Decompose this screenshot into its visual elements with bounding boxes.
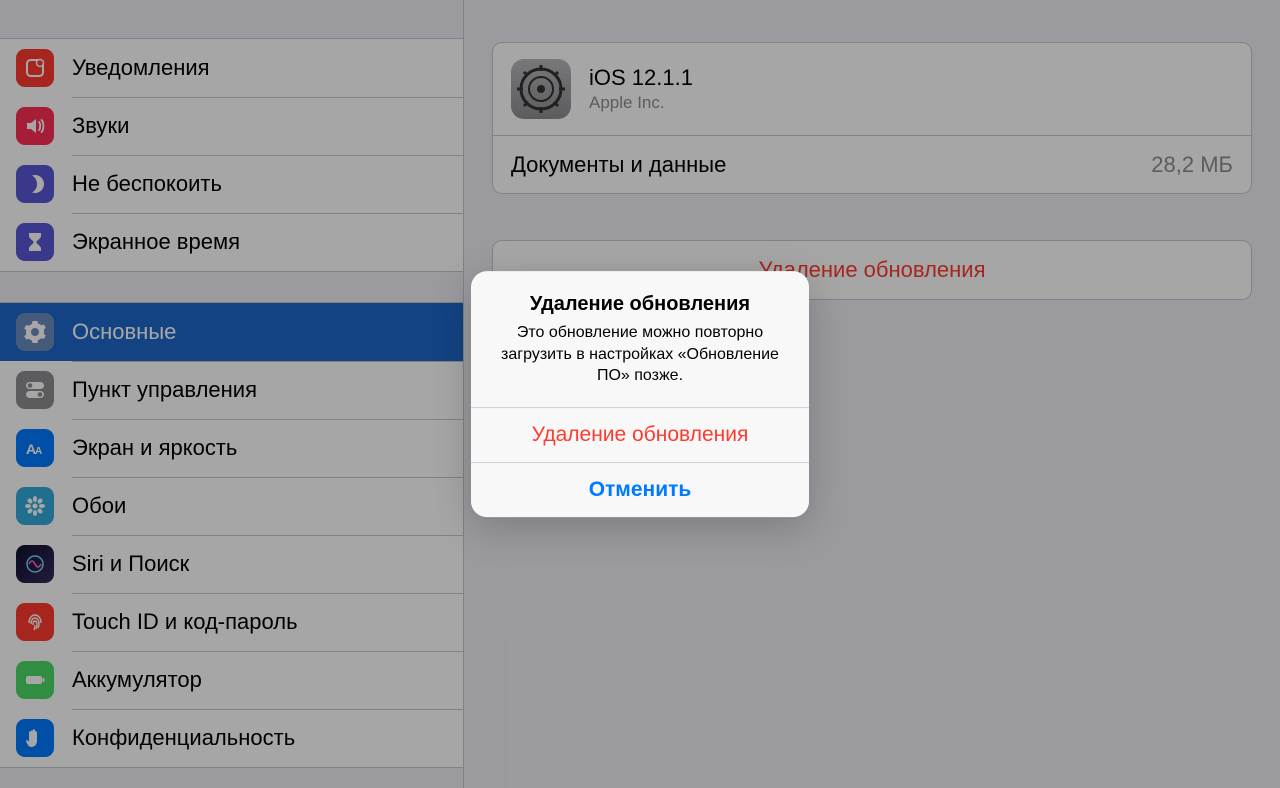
confirm-delete-alert: Удаление обновления Это обновление можно…	[471, 271, 809, 517]
alert-delete-button[interactable]: Удаление обновления	[471, 407, 809, 462]
alert-title: Удаление обновления	[493, 293, 787, 316]
alert-cancel-button[interactable]: Отменить	[471, 462, 809, 517]
alert-message: Это обновление можно повторно загрузить …	[493, 322, 787, 387]
